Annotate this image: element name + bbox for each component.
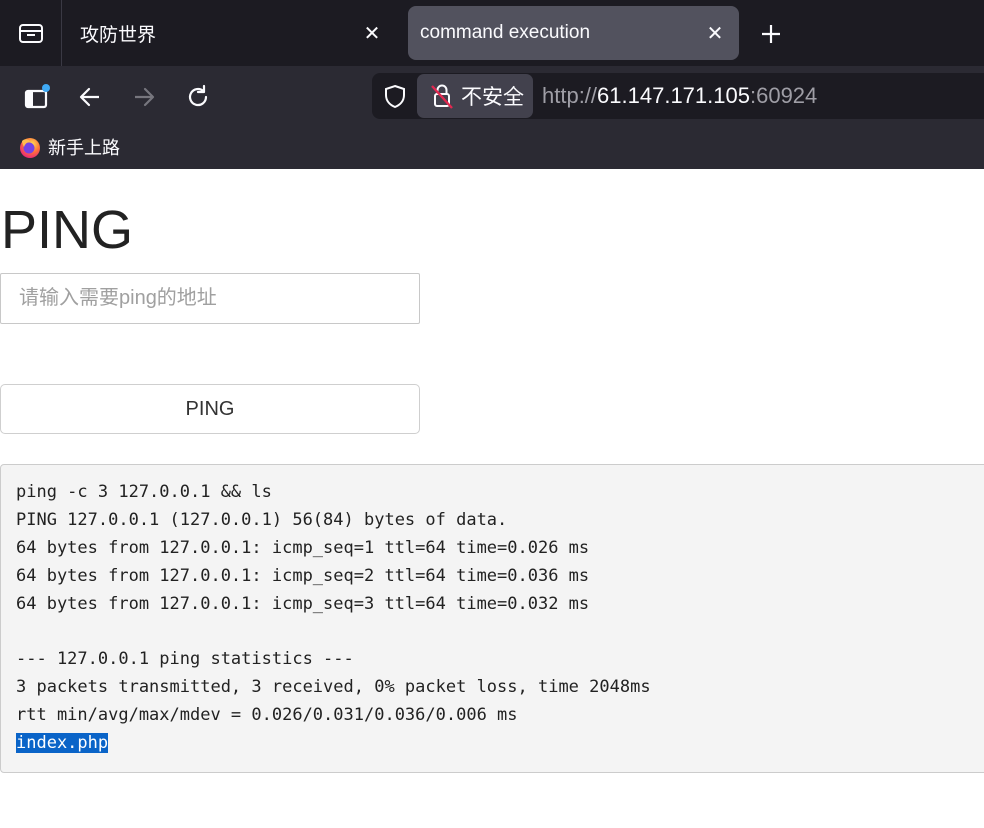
ping-address-input[interactable] xyxy=(0,273,420,324)
tab-gongfang[interactable]: 攻防世界 ✕ xyxy=(66,6,396,60)
plus-icon xyxy=(762,25,780,43)
bookmarks-toolbar: 新手上路 xyxy=(0,126,984,169)
close-icon[interactable]: ✕ xyxy=(703,21,727,45)
selected-text[interactable]: index.php xyxy=(16,733,109,754)
security-label: 不安全 xyxy=(461,86,524,109)
navigation-toolbar: 不安全 http://61.147.171.105:60924 xyxy=(0,66,984,126)
output-line: rtt min/avg/max/mdev = 0.026/0.031/0.036… xyxy=(16,705,518,726)
firefox-icon xyxy=(20,138,40,158)
url-scheme: http:// xyxy=(542,83,598,108)
output-line: 3 packets transmitted, 3 received, 0% pa… xyxy=(16,677,651,698)
output-line: ping -c 3 127.0.0.1 && ls xyxy=(16,482,272,502)
forward-button[interactable] xyxy=(127,80,161,114)
url-port: :60924 xyxy=(749,83,818,108)
shield-icon[interactable] xyxy=(382,83,408,109)
tab-overview-button[interactable] xyxy=(0,0,62,66)
reload-icon xyxy=(188,84,208,107)
new-tab-button[interactable] xyxy=(755,18,787,50)
page-title: PING xyxy=(1,200,134,260)
tab-title: command execution xyxy=(420,22,591,43)
tab-command-execution[interactable]: command execution ✕ xyxy=(408,6,739,60)
tab-strip: 攻防世界 ✕ command execution ✕ xyxy=(0,0,984,66)
reload-button[interactable] xyxy=(181,80,215,114)
output-line-selected: index.php xyxy=(16,730,974,758)
arrow-left-icon xyxy=(79,87,99,107)
tab-list-icon xyxy=(18,24,43,43)
tab-title: 攻防世界 xyxy=(80,24,157,46)
insecure-lock-icon xyxy=(431,84,453,109)
address-bar[interactable]: 不安全 http://61.147.171.105:60924 xyxy=(372,73,984,119)
ping-button[interactable]: PING xyxy=(0,384,420,434)
output-line: 64 bytes from 127.0.0.1: icmp_seq=1 ttl=… xyxy=(16,537,590,558)
bookmark-label: 新手上路 xyxy=(48,138,120,158)
close-icon[interactable]: ✕ xyxy=(360,21,384,45)
output-line: 64 bytes from 127.0.0.1: icmp_seq=2 ttl=… xyxy=(16,565,590,586)
bookmark-item[interactable]: 新手上路 xyxy=(18,134,120,160)
page-content: PING PING ping -c 3 127.0.0.1 && ls PING… xyxy=(0,169,984,828)
ping-output: ping -c 3 127.0.0.1 && ls PING 127.0.0.1… xyxy=(0,464,984,773)
output-line: --- 127.0.0.1 ping statistics --- xyxy=(16,649,354,670)
sidebar-button[interactable] xyxy=(19,80,53,114)
arrow-right-icon xyxy=(135,87,155,107)
output-line: 64 bytes from 127.0.0.1: icmp_seq=3 ttl=… xyxy=(16,593,590,614)
site-security-button[interactable]: 不安全 xyxy=(417,74,533,118)
url-host: 61.147.171.105 xyxy=(597,83,750,108)
back-button[interactable] xyxy=(73,80,107,114)
url-text[interactable]: http://61.147.171.105:60924 xyxy=(542,83,817,109)
sidebar-icon xyxy=(24,84,50,109)
output-line: PING 127.0.0.1 (127.0.0.1) 56(84) bytes … xyxy=(16,509,508,530)
